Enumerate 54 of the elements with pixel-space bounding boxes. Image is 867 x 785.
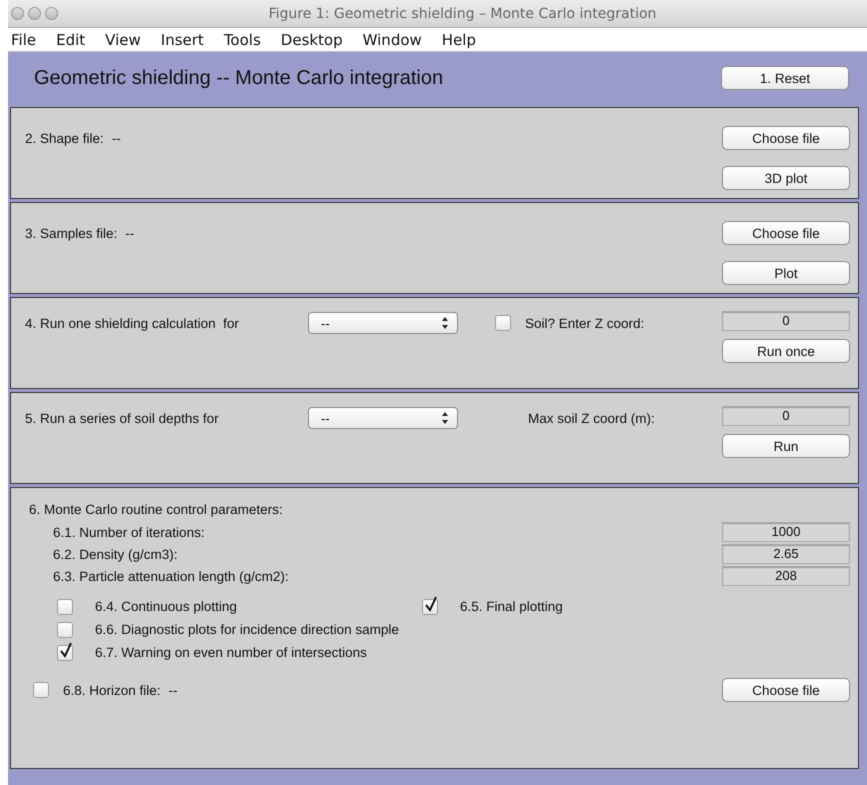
menu-item[interactable]: Desktop — [278, 30, 351, 48]
checkbox-label: 6.5. Final plotting — [460, 599, 563, 614]
window-control-icon[interactable] — [45, 7, 58, 20]
menu-item[interactable]: File — [8, 30, 44, 48]
checkbox-label: 6.4. Continuous plotting — [95, 599, 237, 614]
parameter-label: 6.3. Particle attenuation length (g/cm2): — [53, 568, 289, 584]
checkbox-label: Soil? Enter Z coord: — [525, 316, 644, 330]
field-label: Max soil Z coord (m): — [528, 410, 655, 426]
panel-title: Geometric shielding -- Monte Carlo integration — [34, 66, 444, 90]
checkbox[interactable] — [495, 315, 511, 331]
checkbox-label: 6.8. Horizon file: — [63, 682, 161, 698]
checkbox-label: 6.6. Diagnostic plots for incidence direction sample — [95, 622, 399, 637]
checkbox[interactable] — [33, 682, 49, 698]
button[interactable]: 1. Reset — [721, 66, 849, 90]
button[interactable]: Choose file — [722, 126, 850, 150]
menu-item[interactable]: Tools — [220, 30, 269, 48]
dropdown[interactable]: -- — [308, 407, 458, 429]
checkbox[interactable] — [57, 622, 73, 638]
parameter-label: 6.2. Density (g/cm3): — [53, 546, 178, 562]
dropdown[interactable]: -- — [308, 312, 458, 334]
input-field[interactable]: 208 — [722, 566, 850, 586]
window-control-icon[interactable] — [11, 7, 24, 20]
input-field[interactable]: 1000 — [722, 522, 850, 542]
button[interactable]: Plot — [722, 261, 850, 285]
section-label: 3. Samples file: — [25, 226, 118, 241]
menu-item[interactable]: Help — [438, 30, 484, 48]
checkbox-label: 6.7. Warning on even number of intersections — [95, 645, 367, 660]
input-field[interactable]: 0 — [722, 311, 850, 331]
section-label: 5. Run a series of soil depths for — [25, 410, 220, 426]
file-value: -- — [112, 131, 121, 146]
input-field[interactable]: 2.65 — [722, 544, 850, 564]
file-value: -- — [168, 682, 178, 698]
stepper-arrows-icon — [441, 316, 449, 330]
button[interactable]: Choose file — [722, 221, 850, 245]
window-title: Figure 1: Geometric shielding – Monte Carlo integration — [268, 6, 658, 22]
button[interactable]: Choose file — [722, 678, 850, 702]
menu-item[interactable]: Insert — [158, 30, 212, 48]
file-value: -- — [125, 226, 134, 241]
parameter-label: 6.1. Number of iterations: — [53, 524, 205, 540]
section-label: 6. Monte Carlo routine control parameters: — [29, 502, 284, 517]
checkbox[interactable] — [57, 644, 73, 660]
menu-item[interactable]: Edit — [53, 30, 94, 48]
stepper-arrows-icon — [441, 411, 449, 425]
menu-item[interactable]: View — [102, 30, 149, 48]
button[interactable]: Run — [722, 434, 850, 458]
checkbox[interactable] — [57, 598, 73, 614]
section-label: 4. Run one shielding calculation for — [25, 316, 240, 330]
checkbox[interactable] — [422, 598, 438, 614]
button[interactable]: 3D plot — [722, 166, 850, 190]
input-field[interactable]: 0 — [722, 406, 850, 426]
window-control-icon[interactable] — [28, 7, 41, 20]
button[interactable]: Run once — [722, 339, 850, 363]
menu-item[interactable]: Window — [360, 30, 430, 48]
section-label: 2. Shape file: — [25, 131, 104, 146]
